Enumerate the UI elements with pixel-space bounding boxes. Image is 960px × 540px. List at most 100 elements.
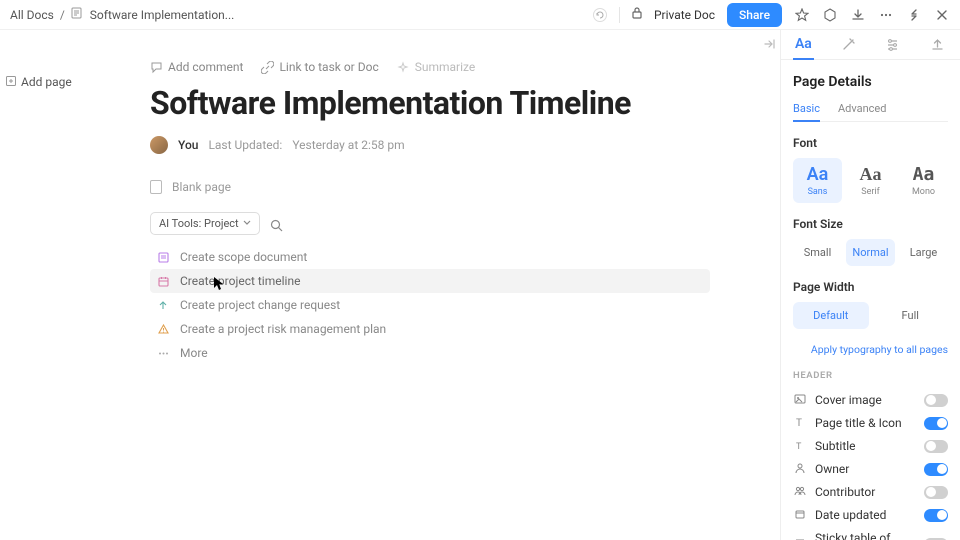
search-icon[interactable]	[270, 217, 284, 231]
summarize-button[interactable]: Summarize	[397, 60, 476, 74]
ai-item-timeline[interactable]: Create project timeline	[150, 269, 710, 293]
width-full[interactable]: Full	[873, 302, 949, 329]
sparkle-icon	[397, 61, 410, 74]
timeline-icon	[156, 274, 170, 288]
ai-item-more[interactable]: More	[150, 341, 710, 365]
toggle-owner-label: Owner	[815, 462, 916, 476]
font-section-label: Font	[793, 136, 948, 150]
risk-icon	[156, 322, 170, 336]
ai-item-label: More	[180, 346, 208, 360]
font-name: Mono	[901, 187, 946, 197]
scope-icon	[156, 250, 170, 264]
breadcrumb-separator: /	[60, 8, 65, 22]
header-section: HEADER	[793, 370, 948, 381]
author-label: You	[178, 138, 198, 152]
export-icon	[930, 37, 945, 52]
typography-icon: Aa	[795, 36, 812, 52]
link-task-label: Link to task or Doc	[279, 60, 378, 74]
font-name: Serif	[848, 187, 893, 197]
apply-all-link[interactable]: Apply typography to all pages	[793, 343, 948, 356]
more-icon[interactable]	[878, 7, 894, 23]
ai-item-label: Create project timeline	[180, 274, 300, 288]
size-small[interactable]: Small	[793, 239, 842, 266]
toggle-date[interactable]	[924, 509, 948, 522]
font-sample: Aa	[901, 164, 946, 185]
download-icon[interactable]	[850, 7, 866, 23]
collapse-icon[interactable]	[906, 7, 922, 23]
link-icon	[261, 61, 274, 74]
image-icon	[793, 393, 807, 408]
tab-settings[interactable]	[871, 30, 916, 59]
toggle-date-label: Date updated	[815, 508, 916, 522]
comment-icon	[150, 61, 163, 74]
contributor-icon	[793, 485, 807, 500]
add-comment-label: Add comment	[168, 60, 243, 74]
ai-item-label: Create a project risk management plan	[180, 322, 386, 336]
toggle-contributor[interactable]	[924, 486, 948, 499]
tab-export[interactable]	[915, 30, 960, 59]
width-section-label: Page Width	[793, 280, 948, 294]
page-title[interactable]: Software Implementation Timeline	[150, 84, 710, 122]
blank-page-icon	[150, 180, 162, 194]
divider	[619, 7, 620, 23]
ai-item-scope[interactable]: Create scope document	[150, 245, 710, 269]
toggle-subtitle-label: Subtitle	[815, 439, 916, 453]
ai-tools-dropdown[interactable]: AI Tools: Project	[150, 212, 260, 235]
font-serif[interactable]: Aa Serif	[846, 158, 895, 203]
size-large[interactable]: Large	[899, 239, 948, 266]
date-icon	[793, 508, 807, 523]
subtab-basic[interactable]: Basic	[793, 102, 820, 121]
updated-value: Yesterday at 2:58 pm	[292, 138, 404, 152]
ai-item-label: Create scope document	[180, 250, 307, 264]
toggle-contributor-label: Contributor	[815, 485, 916, 499]
blank-page-row[interactable]: Blank page	[150, 180, 710, 194]
sliders-icon	[885, 37, 900, 52]
toggle-title[interactable]	[924, 417, 948, 430]
ai-item-risk[interactable]: Create a project risk management plan	[150, 317, 710, 341]
updated-prefix: Last Updated:	[208, 138, 282, 152]
subtitle-icon: T	[793, 439, 807, 454]
toggle-title-label: Page title & Icon	[815, 416, 916, 430]
font-sans[interactable]: Aa Sans	[793, 158, 842, 203]
ai-item-change[interactable]: Create project change request	[150, 293, 710, 317]
svg-text:T: T	[796, 418, 802, 428]
link-task-button[interactable]: Link to task or Doc	[261, 60, 378, 74]
avatar[interactable]	[150, 136, 168, 154]
change-icon	[156, 298, 170, 312]
clear-icon[interactable]	[593, 8, 607, 22]
lock-icon	[632, 7, 642, 22]
ai-tools-label: AI Tools: Project	[159, 217, 239, 230]
subtab-advanced[interactable]: Advanced	[838, 102, 886, 121]
private-doc-label[interactable]: Private Doc	[654, 8, 715, 22]
panel-title: Page Details	[793, 74, 948, 90]
toggle-owner[interactable]	[924, 463, 948, 476]
fontsize-section-label: Font Size	[793, 217, 948, 231]
wand-icon	[841, 37, 856, 52]
svg-text:T: T	[796, 442, 802, 451]
font-sample: Aa	[795, 164, 840, 185]
toggle-cover[interactable]	[924, 394, 948, 407]
size-normal[interactable]: Normal	[846, 239, 895, 266]
add-comment-button[interactable]: Add comment	[150, 60, 243, 74]
toggle-subtitle[interactable]	[924, 440, 948, 453]
breadcrumb-root[interactable]: All Docs	[10, 8, 54, 22]
toggle-cover-label: Cover image	[815, 393, 916, 407]
tab-typography[interactable]: Aa	[781, 30, 826, 59]
ai-item-label: Create project change request	[180, 298, 340, 312]
width-default[interactable]: Default	[793, 302, 869, 329]
more-dots-icon	[156, 346, 170, 360]
share-button[interactable]: Share	[727, 3, 782, 27]
tab-ai[interactable]	[826, 30, 871, 59]
font-mono[interactable]: Aa Mono	[899, 158, 948, 203]
chevron-down-icon	[243, 219, 251, 229]
close-icon[interactable]	[934, 7, 950, 23]
font-sample: Aa	[848, 164, 893, 185]
font-name: Sans	[795, 187, 840, 197]
hexagon-icon[interactable]	[822, 7, 838, 23]
title-icon: T	[793, 416, 807, 431]
doc-icon	[71, 7, 82, 22]
breadcrumb-current[interactable]: Software Implementation...	[90, 8, 235, 22]
summarize-label: Summarize	[415, 60, 476, 74]
star-icon[interactable]	[794, 7, 810, 23]
owner-icon	[793, 462, 807, 477]
